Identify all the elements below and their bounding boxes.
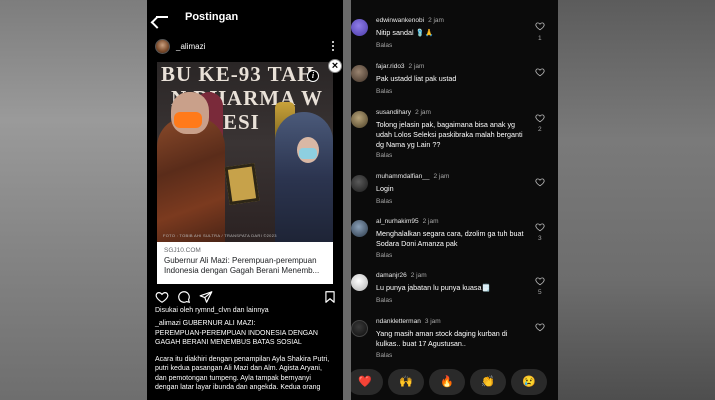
link-preview-card[interactable]: BU KE-93 TAH N DHARMA W WESI FOTO : TOBI… bbox=[157, 62, 333, 284]
post-username[interactable]: _alimazi bbox=[176, 42, 205, 51]
page-title: Postingan bbox=[185, 11, 239, 23]
comment-username[interactable]: muhammdalfian__ bbox=[376, 173, 429, 180]
post-screen: Postingan _alimazi BU KE-93 TAH N DHARMA… bbox=[147, 0, 343, 400]
comment-like-heart-icon[interactable] bbox=[535, 276, 545, 286]
top-bar: Postingan bbox=[147, 0, 343, 34]
comment-text: Login bbox=[376, 184, 394, 193]
comment-username[interactable]: susandihary bbox=[376, 109, 411, 116]
comments-screen: edwinwankenobi 2 jam Nitip sandal 🩴🙏 Bala… bbox=[351, 0, 558, 400]
reaction-raised-hands[interactable]: 🙌 bbox=[388, 369, 424, 395]
reply-button[interactable]: Balas bbox=[376, 152, 392, 159]
quick-reaction-bar: ❤️ 🙌 🔥 👏 😢 bbox=[351, 369, 558, 397]
photo-person bbox=[157, 117, 225, 242]
comment-like-heart-icon[interactable] bbox=[535, 67, 545, 77]
like-heart-icon[interactable] bbox=[155, 290, 169, 304]
photo-watermark: FOTO : TOBIB AHI SULTRA / TRANSPATA DARI… bbox=[163, 233, 277, 238]
share-send-icon[interactable] bbox=[199, 290, 213, 304]
post-header: _alimazi bbox=[147, 35, 343, 57]
preview-image: BU KE-93 TAH N DHARMA W WESI FOTO : TOBI… bbox=[157, 62, 333, 242]
comment-time: 2 jam bbox=[410, 272, 427, 279]
reply-button[interactable]: Balas bbox=[376, 198, 392, 205]
avatar[interactable] bbox=[351, 175, 368, 192]
comment-username[interactable]: al_nurhakim95 bbox=[376, 218, 419, 225]
link-title[interactable]: Gubernur Ali Mazi: Perempuan-perempuan I… bbox=[164, 256, 332, 276]
comment-text: Tolong jelasin pak, bagaimana bisa anak … bbox=[376, 120, 523, 149]
photo-mask bbox=[174, 112, 202, 128]
comment-like-heart-icon[interactable] bbox=[535, 177, 545, 187]
comment-username[interactable]: ndankletterman bbox=[376, 318, 421, 325]
bookmark-icon[interactable] bbox=[323, 290, 337, 304]
avatar[interactable] bbox=[351, 220, 368, 237]
comment-like-heart-icon[interactable] bbox=[535, 322, 545, 332]
info-icon[interactable]: i bbox=[307, 70, 319, 82]
post-caption: _alimazi GUBERNUR ALI MAZI: PEREMPUAN-PE… bbox=[155, 320, 330, 391]
avatar[interactable] bbox=[155, 38, 170, 54]
close-icon[interactable]: × bbox=[328, 59, 342, 73]
comment-time: 2 jam bbox=[422, 218, 439, 225]
reply-button[interactable]: Balas bbox=[376, 352, 392, 359]
comment-text: Nitip sandal 🩴🙏 bbox=[376, 28, 434, 37]
more-options-icon[interactable] bbox=[332, 41, 335, 51]
back-arrow-icon[interactable] bbox=[155, 10, 169, 24]
comment-like-heart-icon[interactable] bbox=[535, 222, 545, 232]
avatar[interactable] bbox=[351, 274, 368, 291]
comment-like-count: 3 bbox=[538, 235, 542, 242]
comment-like-heart-icon[interactable] bbox=[535, 21, 545, 31]
comment-time: 2 jam bbox=[433, 173, 450, 180]
reply-button[interactable]: Balas bbox=[376, 252, 392, 259]
reply-button[interactable]: Balas bbox=[376, 297, 392, 304]
comment-icon[interactable] bbox=[177, 290, 191, 304]
comment-username[interactable]: fajar.rido3 bbox=[376, 63, 405, 70]
reaction-heart[interactable]: ❤️ bbox=[351, 369, 383, 395]
avatar[interactable] bbox=[351, 111, 368, 128]
link-source: SGJ10.COM bbox=[164, 247, 201, 254]
avatar[interactable] bbox=[351, 19, 368, 36]
post-actions bbox=[155, 290, 337, 306]
reaction-clap[interactable]: 👏 bbox=[470, 369, 506, 395]
comment-username[interactable]: edwinwankenobi bbox=[376, 17, 424, 24]
reply-button[interactable]: Balas bbox=[376, 42, 392, 49]
comment-time: 3 jam bbox=[424, 318, 441, 325]
photo-plaque bbox=[224, 163, 260, 205]
reaction-sad[interactable]: 😢 bbox=[511, 369, 547, 395]
comment-text: Lu punya jabatan lu punya kuasa🗒️ bbox=[376, 283, 491, 292]
comment-time: 2 jam bbox=[408, 63, 425, 70]
comment-text: Yang masih aman stock daging kurban di k… bbox=[376, 329, 508, 348]
comment-like-count: 2 bbox=[538, 126, 542, 133]
comment-like-count: 1 bbox=[538, 35, 542, 42]
reply-button[interactable]: Balas bbox=[376, 88, 392, 95]
avatar[interactable] bbox=[351, 65, 368, 82]
comment-text: Menghalalkan segara cara, dzolim ga tuh … bbox=[376, 229, 524, 248]
comment-time: 2 jam bbox=[415, 109, 431, 116]
comment-like-count: 5 bbox=[538, 289, 542, 296]
liked-by-text[interactable]: Disukai oleh rymnd_clvn dan lainnya bbox=[155, 307, 269, 314]
background-right bbox=[558, 0, 715, 400]
reaction-fire[interactable]: 🔥 bbox=[429, 369, 465, 395]
photo-mask bbox=[299, 148, 317, 159]
comment-time: 2 jam bbox=[428, 17, 444, 24]
comment-username[interactable]: damanjr26 bbox=[376, 272, 407, 279]
background-left bbox=[0, 0, 147, 400]
background-divider bbox=[343, 0, 351, 400]
comment-like-heart-icon[interactable] bbox=[535, 113, 545, 123]
avatar[interactable] bbox=[351, 320, 368, 337]
photo-person bbox=[275, 112, 333, 242]
comment-text: Pak ustadd liat pak ustad bbox=[376, 74, 457, 83]
